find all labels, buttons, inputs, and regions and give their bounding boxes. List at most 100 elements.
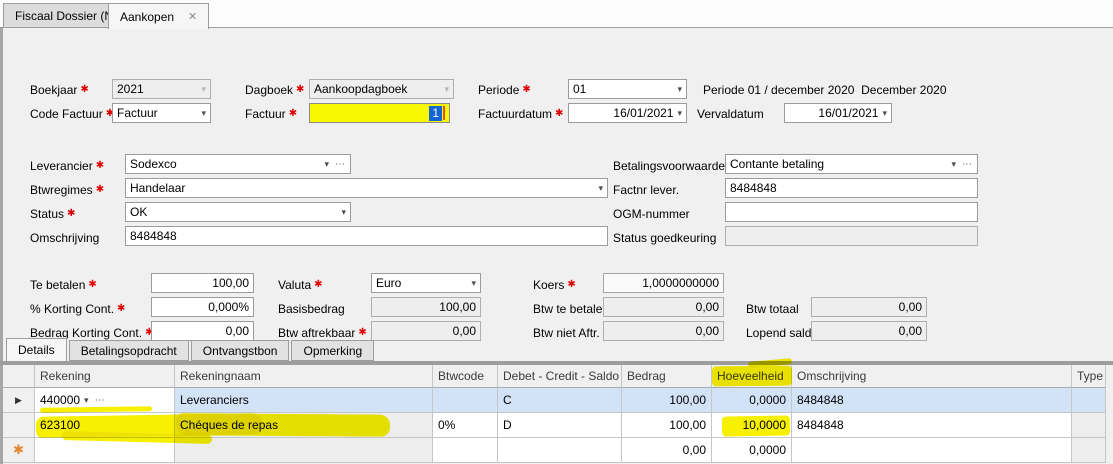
tab-aankopen[interactable]: Aankopen ✕	[108, 3, 209, 29]
grid-row: 623100 Chéques de repas 0% D 100,00 10,0…	[3, 413, 1106, 438]
periode-info-text: Periode 01 / december 2020 December 2020	[703, 83, 947, 97]
te-betalen-input[interactable]: 100,00	[151, 273, 254, 293]
grid-header-btwcode[interactable]: Btwcode	[433, 365, 498, 388]
cell-omschrijving[interactable]: 8484848	[792, 388, 1072, 413]
periode-label: Periode✱	[478, 83, 531, 97]
cell-omschrijving[interactable]	[792, 438, 1072, 463]
btwregimes-select[interactable]: Handelaar ▾	[125, 178, 608, 198]
cell-bedrag[interactable]: 100,00	[622, 413, 712, 438]
status-goedkeuring-field	[725, 226, 978, 246]
cell-hoeveelheid[interactable]: 10,0000	[712, 413, 792, 438]
factuurdatum-label: Factuurdatum✱	[478, 107, 563, 121]
lookup-ellipsis-icon[interactable]: ⋯	[95, 395, 106, 406]
valuta-select[interactable]: Euro ▾	[371, 273, 481, 293]
betalingsvoorwaarde-combo[interactable]: Contante betaling ▾ ⋯	[725, 154, 978, 174]
chevron-down-icon: ▾	[882, 108, 887, 119]
pct-korting-label: % Korting Cont.✱	[30, 302, 125, 316]
grid-row-new: ✱ 0,00 0,0000	[3, 438, 1106, 463]
chevron-down-icon: ▾	[324, 159, 329, 170]
chevron-down-icon: ▾	[677, 108, 682, 119]
koers-label: Koers✱	[533, 278, 576, 292]
dagboek-select[interactable]: Aankoopdagboek ▾	[309, 79, 454, 99]
row-selector[interactable]	[3, 413, 35, 438]
grid-header-rekeningnaam[interactable]: Rekeningnaam	[175, 365, 433, 388]
ogm-nummer-input[interactable]	[725, 202, 978, 222]
status-label: Status✱	[30, 207, 75, 221]
code-factuur-label: Code Factuur✱	[30, 107, 114, 121]
basisbedrag-field: 100,00	[371, 297, 481, 317]
close-icon[interactable]: ✕	[188, 10, 197, 23]
tab-ontvangstbon[interactable]: Ontvangstbon	[191, 340, 290, 361]
vervaldatum-picker[interactable]: 16/01/2021 ▾	[784, 103, 892, 123]
chevron-down-icon: ▾	[951, 159, 956, 170]
omschrijving-input[interactable]: 8484848	[125, 226, 608, 246]
cell-debet-credit-saldo[interactable]: D	[498, 413, 622, 438]
cell-hoeveelheid[interactable]: 0,0000	[712, 438, 792, 463]
cell-type[interactable]	[1072, 438, 1106, 463]
cell-omschrijving[interactable]: 8484848	[792, 413, 1072, 438]
cell-rekening[interactable]	[35, 438, 175, 463]
grid-header-rekening[interactable]: Rekening	[35, 365, 175, 388]
cell-type[interactable]	[1072, 388, 1106, 413]
grid-header-row: Rekening Rekeningnaam Btwcode Debet - Cr…	[3, 365, 1106, 388]
chevron-down-icon[interactable]: ▾	[84, 395, 89, 406]
lookup-ellipsis-icon[interactable]: ⋯	[335, 159, 346, 170]
betalingsvoorwaarde-label: Betalingsvoorwaarde	[613, 159, 725, 173]
ogm-nummer-label: OGM-nummer	[613, 207, 690, 221]
tab-opmerking[interactable]: Opmerking	[291, 340, 374, 361]
chevron-down-icon: ▾	[444, 84, 449, 95]
btw-niet-aftr-field: 0,00	[603, 321, 724, 341]
tab-betalingsopdracht[interactable]: Betalingsopdracht	[69, 340, 189, 361]
omschrijving-label: Omschrijving	[30, 231, 99, 245]
koers-input[interactable]: 1,0000000000	[603, 273, 724, 293]
btw-te-betalen-label: Btw te betalen	[533, 302, 609, 316]
factnr-lever-input[interactable]: 8484848	[725, 178, 978, 198]
tab-aankopen-label: Aankopen	[120, 10, 174, 24]
btw-totaal-label: Btw totaal	[746, 302, 799, 316]
grid-row: ▶ 440000 ▾ ⋯ Leveranciers C 100,00 0,000…	[3, 388, 1106, 413]
grid-header-bedrag[interactable]: Bedrag	[622, 365, 712, 388]
lopend-saldo-field: 0,00	[811, 321, 927, 341]
cell-debet-credit-saldo[interactable]: C	[498, 388, 622, 413]
cell-btwcode[interactable]	[433, 438, 498, 463]
factuur-input[interactable]: 1	[309, 103, 450, 123]
grid-header-omschrijving[interactable]: Omschrijving	[792, 365, 1072, 388]
pct-korting-input[interactable]: 0,000%	[151, 297, 254, 317]
cell-hoeveelheid[interactable]: 0,0000	[712, 388, 792, 413]
vervaldatum-label: Vervaldatum	[697, 107, 764, 121]
row-selector[interactable]: ✱	[3, 438, 35, 463]
cell-rekeningnaam[interactable]	[175, 438, 433, 463]
window-tab-bar: Fiscaal Dossier (NP) Aankopen ✕	[0, 0, 1113, 28]
leverancier-label: Leverancier✱	[30, 159, 104, 173]
cell-btwcode[interactable]: 0%	[433, 413, 498, 438]
boekjaar-select[interactable]: 2021 ▾	[112, 79, 211, 99]
cell-btwcode[interactable]	[433, 388, 498, 413]
grid-header-debet-credit-saldo[interactable]: Debet - Credit - Saldo	[498, 365, 622, 388]
cell-bedrag[interactable]: 0,00	[622, 438, 712, 463]
row-selector[interactable]: ▶	[3, 388, 35, 413]
details-grid: Rekening Rekeningnaam Btwcode Debet - Cr…	[3, 365, 1106, 463]
status-select[interactable]: OK ▾	[125, 202, 351, 222]
grid-header-hoeveelheid[interactable]: Hoeveelheid	[712, 365, 792, 388]
tab-details[interactable]: Details	[6, 338, 67, 361]
cell-rekeningnaam[interactable]: Leveranciers	[175, 388, 433, 413]
code-factuur-select[interactable]: Factuur ▾	[112, 103, 211, 123]
status-goedkeuring-label: Status goedkeuring	[613, 231, 716, 245]
cell-bedrag[interactable]: 100,00	[622, 388, 712, 413]
grid-header-type[interactable]: Type	[1072, 365, 1106, 388]
cell-debet-credit-saldo[interactable]	[498, 438, 622, 463]
leverancier-combo[interactable]: Sodexco ▾ ⋯	[125, 154, 351, 174]
boekjaar-label: Boekjaar✱	[30, 83, 89, 97]
factuurdatum-picker[interactable]: 16/01/2021 ▾	[568, 103, 687, 123]
chevron-down-icon: ▾	[201, 108, 206, 119]
cell-rekening-editor[interactable]: 440000 ▾ ⋯	[35, 388, 175, 413]
cell-type[interactable]	[1072, 413, 1106, 438]
factnr-lever-label: Factnr lever.	[613, 183, 679, 197]
periode-select[interactable]: 01 ▾	[568, 79, 687, 99]
chevron-down-icon: ▾	[201, 84, 206, 95]
cell-rekening[interactable]: 623100	[35, 413, 175, 438]
cell-rekeningnaam[interactable]: Chéques de repas	[175, 413, 433, 438]
chevron-down-icon: ▾	[598, 183, 603, 194]
detail-tab-bar: Details Betalingsopdracht Ontvangstbon O…	[6, 338, 376, 361]
lookup-ellipsis-icon[interactable]: ⋯	[962, 159, 973, 170]
